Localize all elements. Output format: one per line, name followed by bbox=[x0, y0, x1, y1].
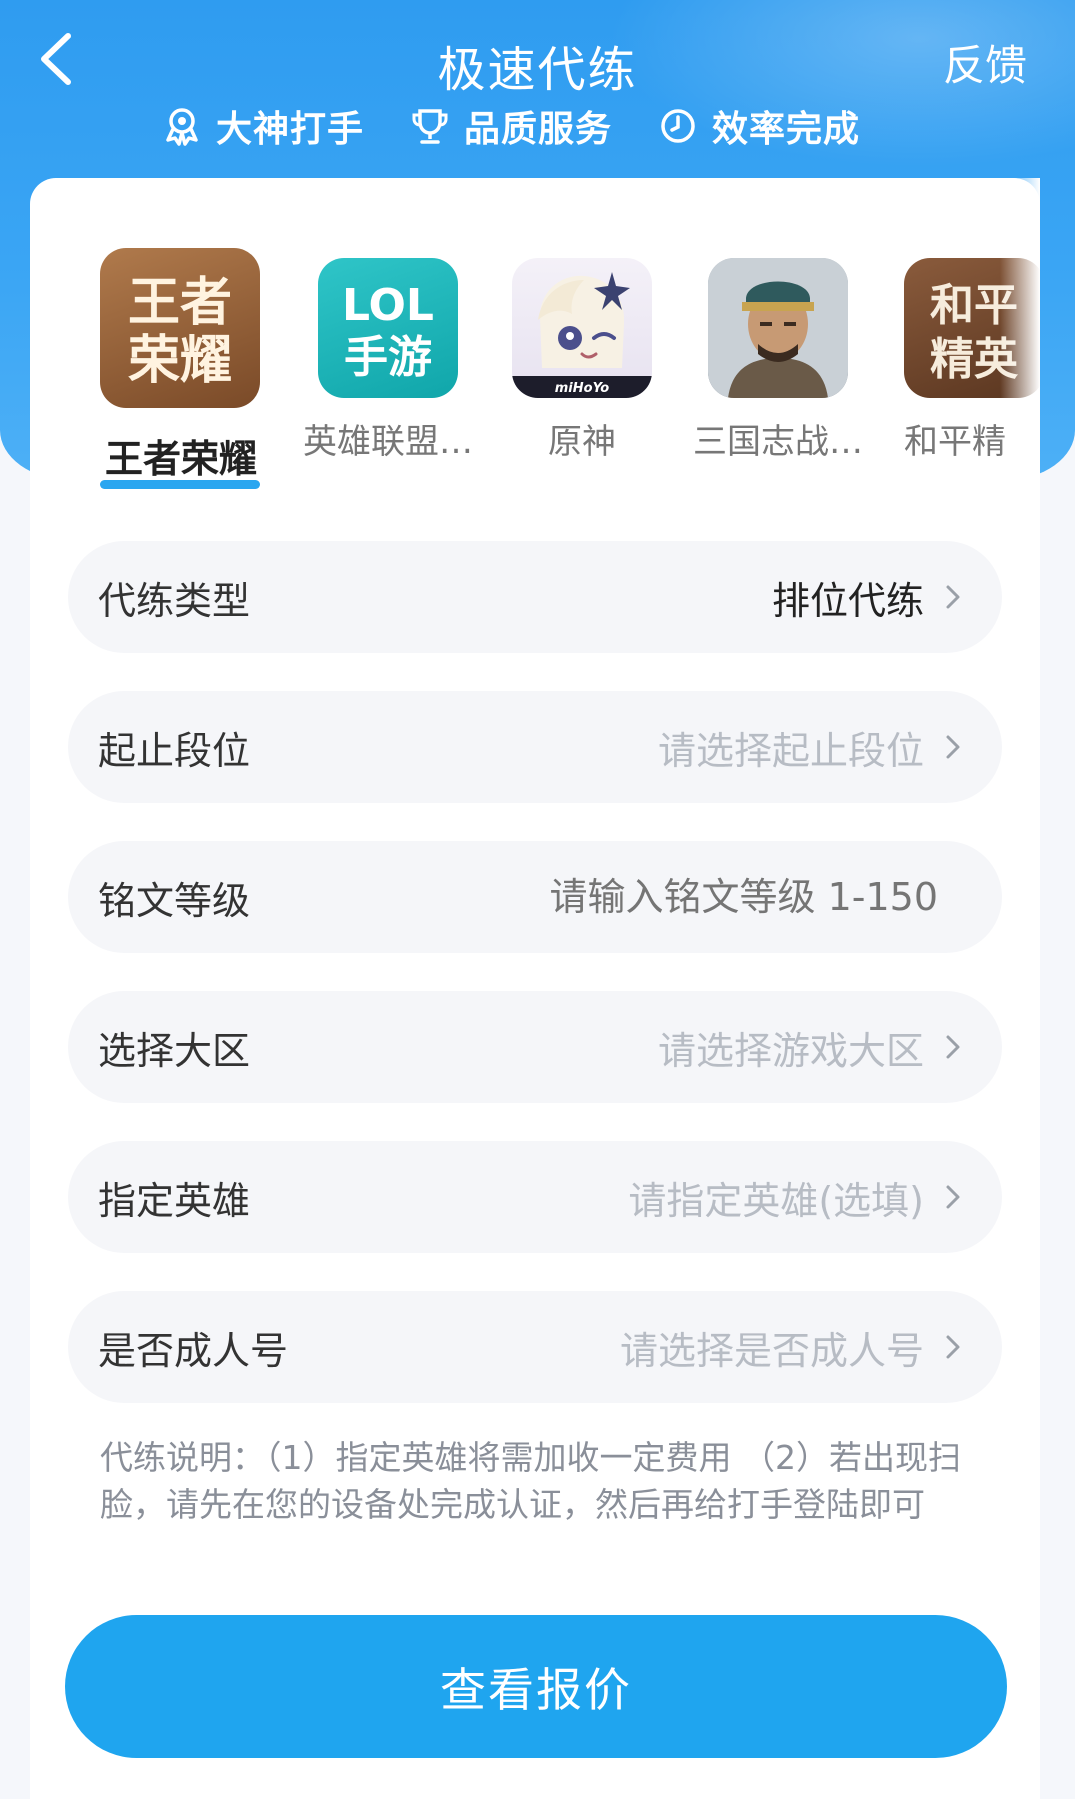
game-label: 和平精 bbox=[904, 422, 1006, 462]
svg-text:LOL: LOL bbox=[342, 280, 434, 331]
page-title: 极速代练 bbox=[437, 42, 638, 98]
medal-icon bbox=[160, 104, 204, 148]
feature-label: 效率完成 bbox=[712, 109, 861, 150]
selected-tab-indicator bbox=[100, 480, 260, 489]
inscription-level-input[interactable] bbox=[478, 875, 938, 919]
lol-mobile-icon: LOL 手游 bbox=[318, 258, 458, 398]
row-label: 是否成人号 bbox=[98, 1328, 289, 1373]
row-label: 代练类型 bbox=[98, 578, 251, 623]
game-label: 原神 bbox=[548, 422, 616, 462]
feature-label: 大神打手 bbox=[216, 109, 365, 150]
game-label: 英雄联盟… bbox=[303, 422, 473, 462]
row-label: 铭文等级 bbox=[98, 878, 251, 923]
chevron-right-icon bbox=[946, 1335, 960, 1359]
row-placeholder: 请选择游戏大区 bbox=[657, 1028, 924, 1073]
svg-text:手游: 手游 bbox=[344, 332, 432, 383]
row-specified-hero[interactable]: 指定英雄 请指定英雄(选填) bbox=[68, 1141, 1002, 1253]
row-label: 指定英雄 bbox=[98, 1178, 251, 1223]
trophy-icon bbox=[408, 104, 452, 148]
boosting-note: 代练说明：（1）指定英雄将需加收一定费用 （2）若出现扫脸，请先在您的设备处完成… bbox=[100, 1438, 961, 1524]
row-label: 起止段位 bbox=[98, 728, 251, 773]
row-boosting-type[interactable]: 代练类型 排位代练 bbox=[68, 541, 1002, 653]
row-rank-range[interactable]: 起止段位 请选择起止段位 bbox=[68, 691, 1002, 803]
chevron-right-icon bbox=[946, 1035, 960, 1059]
row-placeholder: 请选择起止段位 bbox=[657, 728, 924, 773]
chevron-right-icon bbox=[946, 735, 960, 759]
genshin-icon: miHoYo bbox=[512, 258, 652, 398]
game-label: 三国志战… bbox=[693, 422, 863, 462]
feature-label: 品质服务 bbox=[464, 109, 613, 150]
svg-text:王者: 王者 bbox=[128, 273, 232, 333]
feature-strip: 大神打手 品质服务 效率完成 bbox=[160, 98, 904, 154]
row-placeholder: 请指定英雄(选填) bbox=[628, 1178, 924, 1223]
row-label: 选择大区 bbox=[98, 1028, 251, 1073]
view-quote-button[interactable]: 查看报价 bbox=[65, 1615, 1007, 1758]
row-inscription-level[interactable]: 铭文等级 bbox=[68, 841, 1002, 953]
game-label: 王者荣耀 bbox=[104, 437, 257, 481]
icon-caption: miHoYo bbox=[555, 381, 610, 396]
feedback-button[interactable]: 反馈 bbox=[943, 32, 1027, 93]
feature-expert: 大神打手 bbox=[160, 100, 364, 152]
row-adult-account[interactable]: 是否成人号 请选择是否成人号 bbox=[68, 1291, 1002, 1403]
form-card: 王者 荣耀 王者荣耀 LOL 手游 英雄联盟… miHoYo 原神 三国志战… … bbox=[30, 178, 1040, 1799]
feature-quality: 品质服务 bbox=[408, 100, 612, 152]
chevron-right-icon bbox=[946, 585, 960, 609]
clock-icon bbox=[656, 104, 700, 148]
sanguozhi-icon bbox=[708, 258, 848, 398]
feature-efficiency: 效率完成 bbox=[656, 100, 860, 152]
game-tabs[interactable]: 王者 荣耀 王者荣耀 LOL 手游 英雄联盟… miHoYo 原神 三国志战… … bbox=[30, 178, 1040, 508]
scroll-fade bbox=[1000, 178, 1040, 478]
row-server-region[interactable]: 选择大区 请选择游戏大区 bbox=[68, 991, 1002, 1103]
svg-text:荣耀: 荣耀 bbox=[128, 331, 232, 391]
row-value: 排位代练 bbox=[771, 578, 924, 623]
chevron-right-icon bbox=[946, 1185, 960, 1209]
honor-of-kings-icon: 王者 荣耀 bbox=[100, 248, 260, 408]
row-placeholder: 请选择是否成人号 bbox=[619, 1328, 924, 1373]
